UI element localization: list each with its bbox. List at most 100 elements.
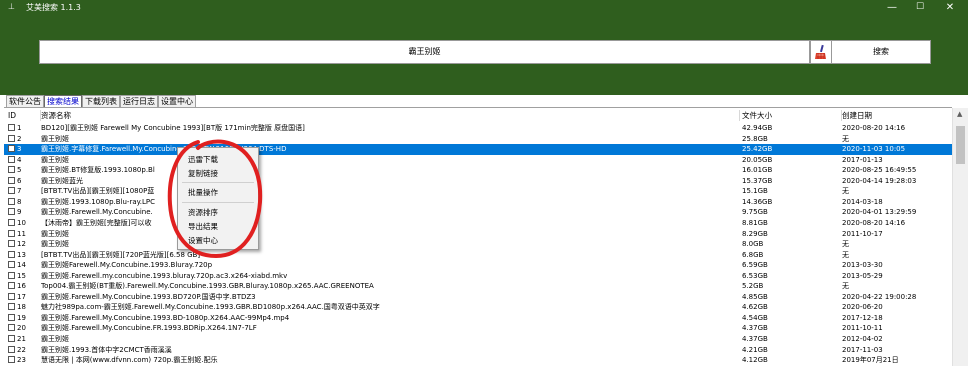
close-button[interactable]: ✕ — [934, 0, 966, 15]
row-file-size: 25.8GB — [742, 134, 768, 143]
row-resource-name: 霸王别姬蓝光 — [41, 176, 83, 185]
row-checkbox[interactable] — [8, 145, 15, 153]
clear-button[interactable] — [810, 40, 832, 64]
table-row[interactable]: 16 Top004.霸王别姬(BT重版).Farewell.My.Concubin… — [4, 281, 952, 292]
row-checkbox[interactable] — [8, 250, 15, 258]
table-row[interactable]: 7 [BTBT.TV出品][霸王别姬][1080P蓝 15.1GB 无 — [4, 186, 952, 197]
table-row[interactable]: 21 霸王别姬 4.37GB 2012-04-02 — [4, 334, 952, 345]
row-checkbox[interactable] — [8, 176, 15, 184]
row-created-date: 无 — [842, 187, 849, 196]
search-input[interactable]: 霸王别姬 — [39, 40, 810, 64]
row-id: 20 — [17, 324, 26, 333]
search-button[interactable]: 搜索 — [831, 40, 931, 64]
maximize-button[interactable]: ☐ — [904, 0, 936, 15]
row-checkbox[interactable] — [8, 335, 15, 342]
row-resource-name: 霸王别姬.Farewell.My.Concubine.1993.BD-1080p… — [41, 313, 290, 322]
table-row[interactable]: 15 霸王别姬.Farewell.my.concubine.1993.bluray… — [4, 271, 952, 282]
table-row[interactable]: 9 霸王别姬.Farewell.My.Concubine. 9.75GB 2020-0… — [4, 207, 952, 218]
row-checkbox[interactable] — [8, 155, 15, 163]
row-checkbox[interactable] — [8, 134, 15, 142]
menu-item-copy-link[interactable]: 复制链接 — [188, 168, 218, 179]
row-id: 8 — [17, 197, 22, 206]
row-resource-name: 霸王别姬.BT修复版.1993.1080p.Bl — [41, 166, 155, 175]
row-created-date: 2017-12-18 — [842, 313, 883, 322]
row-resource-name: 霸王别姬 — [41, 240, 69, 249]
row-id: 5 — [17, 166, 22, 175]
row-checkbox[interactable] — [8, 218, 15, 226]
column-header-size[interactable]: 文件大小 — [742, 110, 842, 121]
row-id: 10 — [17, 218, 26, 227]
table-row[interactable]: 1 BD120][霸王别姬 Farewell My Concubine 1993]… — [4, 123, 952, 134]
column-header-name[interactable]: 资源名称 — [41, 110, 740, 121]
scroll-thumb[interactable] — [956, 126, 965, 164]
row-checkbox[interactable] — [8, 166, 15, 174]
menu-item-thunder-download[interactable]: 迅雷下载 — [188, 154, 218, 165]
row-created-date: 2011-10-11 — [842, 324, 883, 333]
row-checkbox[interactable] — [8, 356, 15, 364]
row-id-cell: 10 — [8, 218, 42, 228]
table-row[interactable]: 22 霸王别姬.1993.首体中字2CMCT香雨溪溪 4.21GB 2017-11-0… — [4, 345, 952, 356]
row-checkbox[interactable] — [8, 124, 15, 131]
row-checkbox[interactable] — [8, 324, 15, 332]
menu-item-sort-resources[interactable]: 资源排序 — [188, 207, 218, 218]
row-checkbox[interactable] — [8, 208, 15, 216]
table-row[interactable]: 6 霸王别姬蓝光 15.37GB 2020-04-14 19:28:03 — [4, 176, 952, 187]
table-row[interactable]: 12 霸王别姬 8.0GB 无 — [4, 239, 952, 250]
menu-item-export-results[interactable]: 导出结果 — [188, 221, 218, 232]
row-checkbox[interactable] — [8, 292, 15, 300]
row-created-date: 2019年07月21日 — [842, 356, 899, 365]
row-resource-name: [BTBT.TV出品][霸王别姬][720P蓝光版][6.58 GB] — [41, 250, 201, 259]
column-header-id[interactable]: ID — [8, 110, 41, 121]
table-row[interactable]: 18 魅力社989pa.com-霸王别姬.Farewell.My.Concubin… — [4, 302, 952, 313]
row-checkbox[interactable] — [8, 229, 15, 237]
table-row[interactable]: 2 霸王别姬 25.8GB 无 — [4, 134, 952, 145]
row-created-date: 2020-06-20 — [842, 303, 883, 312]
row-id-cell: 8 — [8, 197, 42, 207]
scroll-up-icon[interactable]: ▲ — [957, 110, 962, 118]
row-created-date: 2017-11-03 — [842, 345, 883, 354]
row-created-date: 2020-08-20 14:16 — [842, 124, 906, 132]
row-checkbox[interactable] — [8, 345, 15, 353]
table-row[interactable]: 17 霸王别姬.Farewell.My.Concubine.1993.BD720P… — [4, 292, 952, 303]
table-row[interactable]: 20 霸王别姬.Farewell.My.Concubine.FR.1993.BDR… — [4, 323, 952, 334]
row-checkbox[interactable] — [8, 271, 15, 279]
menu-separator — [182, 182, 254, 183]
menu-item-settings[interactable]: 设置中心 — [188, 235, 218, 246]
table-row[interactable]: 4 霸王别姬 20.05GB 2017-01-13 — [4, 155, 952, 166]
row-created-date: 2020-04-22 19:00:28 — [842, 292, 917, 301]
row-file-size: 5.2GB — [742, 282, 764, 291]
row-created-date: 2020-04-14 19:28:03 — [842, 176, 917, 185]
table-row[interactable]: 14 霸王别姬Farewell.My.Concubine.1993.Bluray.… — [4, 260, 952, 271]
row-checkbox[interactable] — [8, 261, 15, 269]
row-created-date: 2020-08-25 16:49:55 — [842, 166, 917, 175]
row-checkbox[interactable] — [8, 282, 15, 290]
table-row[interactable]: 19 霸王别姬.Farewell.My.Concubine.1993.BD-108… — [4, 313, 952, 324]
table-row[interactable]: 13 [BTBT.TV出品][霸王别姬][720P蓝光版][6.58 GB] 6.8… — [4, 250, 952, 261]
row-checkbox[interactable] — [8, 313, 15, 321]
vertical-scrollbar[interactable]: ▲ — [952, 108, 968, 366]
menu-item-batch-operation[interactable]: 批量操作 — [188, 187, 218, 198]
row-file-size: 6.53GB — [742, 271, 768, 280]
row-checkbox[interactable] — [8, 303, 15, 311]
column-header-date[interactable]: 创建日期 — [842, 110, 952, 121]
row-file-size: 4.62GB — [742, 303, 768, 312]
row-file-size: 9.75GB — [742, 208, 768, 217]
row-id: 19 — [17, 313, 26, 322]
table-row[interactable]: 11 霸王别姬 8.29GB 2011-10-17 — [4, 229, 952, 240]
table-row[interactable]: 8 霸王别姬.1993.1080p.Blu-ray.LPC 14.36GB 2014-… — [4, 197, 952, 208]
row-created-date: 2013-05-29 — [842, 271, 883, 280]
row-resource-name: 霸王别姬Farewell.My.Concubine.1993.Bluray.72… — [41, 261, 213, 270]
row-checkbox[interactable] — [8, 240, 15, 248]
row-checkbox[interactable] — [8, 187, 15, 195]
table-row[interactable]: 5 霸王别姬.BT修复版.1993.1080p.Bl 16.01GB 2020-08-… — [4, 165, 952, 176]
table-row[interactable]: 10 【沐雨帝】霸王别姬[完整版]可以收 8.81GB 2020-08-20 14:1… — [4, 218, 952, 229]
row-file-size: 14.36GB — [742, 197, 773, 206]
row-file-size: 42.94GB — [742, 124, 773, 132]
row-checkbox[interactable] — [8, 197, 15, 205]
row-id-cell: 11 — [8, 229, 42, 239]
row-created-date: 2020-11-03 10:05 — [842, 145, 906, 154]
table-row[interactable]: 23 慧语无限 | 本网(www.dfvnn.com) 720p.霸王别姬.配乐 4… — [4, 355, 952, 366]
row-id-cell: 12 — [8, 239, 42, 249]
row-id: 7 — [17, 187, 22, 196]
table-row[interactable]: 3 霸王别姬.字幕修复.Farewell.My.Concubine.1993.TW… — [4, 144, 952, 155]
